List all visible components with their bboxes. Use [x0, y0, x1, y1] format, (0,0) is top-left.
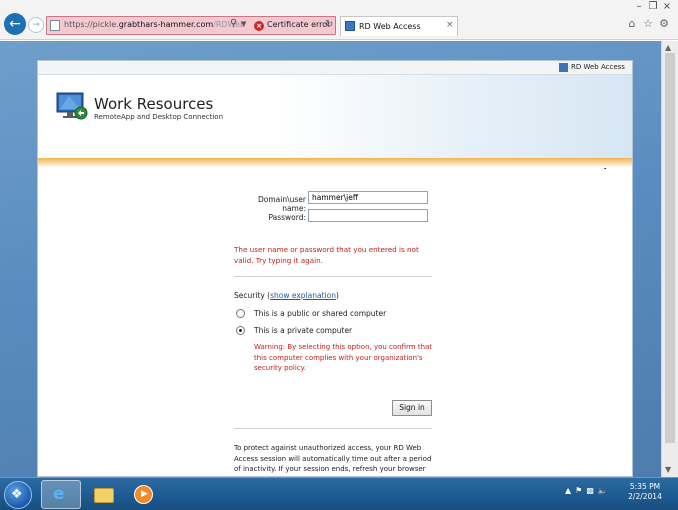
play-icon: ▶ [141, 489, 148, 499]
window-controls: – ❐ × [632, 1, 674, 12]
divider [234, 428, 432, 429]
chevron-down-icon[interactable]: ▼ [241, 20, 246, 28]
password-label: Password: [268, 213, 306, 222]
internet-explorer-icon: e [53, 484, 65, 504]
address-bar[interactable]: https://pickle.grabthars-hammer.com/RDWe… [46, 16, 336, 35]
url-prefix: https://pickle. [64, 20, 119, 29]
sign-in-form: Domain\user name: Password: The user nam… [234, 189, 433, 476]
orange-divider [38, 158, 632, 168]
home-icon[interactable]: ⌂ [624, 17, 640, 30]
security-prefix: Security ( [234, 291, 271, 300]
public-computer-radio[interactable] [236, 309, 245, 318]
close-icon[interactable]: × [660, 1, 674, 12]
password-field[interactable] [308, 209, 428, 222]
page-subtitle: RemoteApp and Desktop Connection [94, 113, 224, 121]
rd-web-icon [559, 63, 568, 72]
refresh-icon[interactable]: ↻ [325, 19, 333, 30]
star-icon[interactable]: ☆ [640, 17, 656, 30]
taskbar-clock[interactable]: 5:35 PM 2/2/2014 [620, 482, 670, 502]
top-strip: RD Web Access [38, 61, 632, 75]
system-tray: ▲ ⚑ ▩ 🔈 [565, 486, 612, 495]
scroll-up-icon[interactable]: ▲ [665, 43, 671, 52]
media-player-icon: ▶ [134, 485, 153, 504]
shield-error-icon[interactable]: × [254, 21, 264, 31]
username-field[interactable] [308, 191, 428, 204]
divider [234, 276, 432, 277]
minimize-icon[interactable]: – [632, 1, 646, 12]
taskbar-internet-explorer[interactable]: e [41, 480, 81, 509]
sign-in-button[interactable]: Sign in [392, 400, 432, 416]
radio-selected-dot [239, 329, 242, 332]
maximize-icon[interactable]: ❐ [646, 1, 660, 12]
security-label: Security (show explanation) [234, 291, 339, 300]
rd-web-panel: RD Web Access Work Resources RemoteApp a… [37, 60, 633, 477]
private-computer-label[interactable]: This is a private computer [254, 326, 352, 335]
public-computer-label[interactable]: This is a public or shared computer [254, 309, 386, 318]
taskbar: ❖ e ▶ ▲ ⚑ ▩ 🔈 5:35 PM 2/2/2014 [0, 477, 678, 510]
error-message: The user name or password that you enter… [234, 245, 419, 265]
forward-icon[interactable]: → [28, 17, 44, 33]
strip-label: RD Web Access [571, 63, 625, 71]
gear-icon[interactable]: ⚙ [656, 17, 672, 30]
toolbar-icons: ⌂ ☆ ⚙ [624, 17, 672, 30]
volume-icon[interactable]: 🔈 [598, 486, 608, 495]
username-label: Domain\user name: [258, 195, 306, 213]
private-warning: Warning: By selecting this option, you c… [254, 343, 433, 372]
tab-rd-web-access[interactable]: RD Web Access × [340, 16, 458, 36]
security-suffix: ) [335, 291, 339, 300]
show-hidden-icons-icon[interactable]: ▲ [565, 486, 571, 495]
folder-icon [94, 488, 114, 503]
browser-chrome: ← → https://pickle.grabthars-hammer.com/… [0, 0, 678, 40]
network-icon[interactable]: ▩ [586, 486, 594, 495]
tab-title: RD Web Access [359, 22, 421, 31]
tab-close-icon[interactable]: × [446, 20, 454, 30]
page-header: Work Resources RemoteApp and Desktop Con… [38, 75, 632, 170]
url-domain: grabthars-hammer.com [118, 20, 214, 29]
back-icon[interactable]: ← [4, 13, 26, 35]
vertical-scrollbar[interactable]: ▲ ▼ [661, 41, 678, 477]
flag-icon[interactable]: ⚑ [575, 486, 582, 495]
taskbar-file-explorer[interactable] [84, 480, 124, 509]
timeout-notice: To protect against unauthorized access, … [234, 444, 432, 476]
remote-desktop-logo-icon [56, 92, 88, 120]
clock-date: 2/2/2014 [628, 492, 662, 501]
certificate-error-label[interactable]: Certificate error [267, 20, 330, 29]
search-icon[interactable]: ⚲ [230, 18, 237, 29]
private-computer-radio[interactable] [236, 326, 245, 335]
clock-time: 5:35 PM [629, 482, 661, 491]
taskbar-media-player[interactable]: ▶ [124, 480, 164, 509]
address-url[interactable]: https://pickle.grabthars-hammer.com/RDWe… [64, 20, 245, 29]
page-icon [50, 20, 60, 31]
show-explanation-link[interactable]: show explanation [270, 291, 336, 300]
page-title: Work Resources [94, 95, 214, 113]
scrollbar-thumb[interactable] [665, 53, 675, 443]
scroll-down-icon[interactable]: ▼ [665, 465, 671, 474]
start-button[interactable]: ❖ [4, 481, 32, 509]
site-favicon-icon [345, 21, 355, 31]
windows-logo-icon: ❖ [11, 487, 23, 502]
